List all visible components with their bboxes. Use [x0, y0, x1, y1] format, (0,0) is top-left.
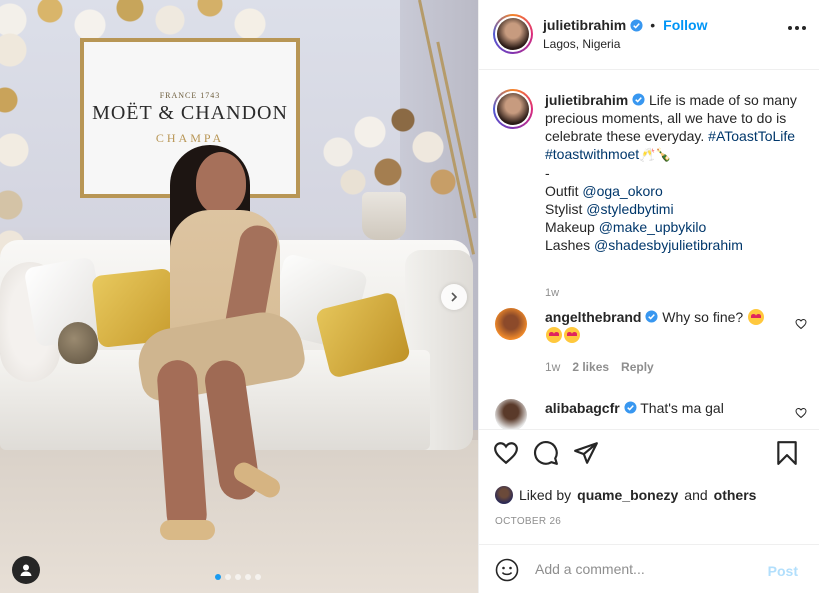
caption-timestamp[interactable]: 1w: [545, 287, 559, 299]
share-paper-plane-icon[interactable]: [573, 440, 599, 466]
sign-origin: FRANCE 1743: [159, 90, 221, 100]
liked-by-summary: Liked by quame_bonezy and others: [495, 486, 756, 504]
flower-garland-left: [0, 30, 40, 260]
avatar[interactable]: [495, 486, 513, 504]
verified-badge-icon: [630, 18, 643, 32]
comment-text: alibabagcfr That's ma gal: [545, 399, 785, 417]
post-button[interactable]: Post: [768, 563, 798, 579]
location-link[interactable]: Lagos, Nigeria: [543, 37, 620, 51]
flower-arrangement: [308, 92, 463, 202]
chevron-right-icon: [451, 292, 458, 302]
comment-input[interactable]: [535, 557, 755, 581]
liked-by-username[interactable]: quame_bonezy: [577, 487, 678, 503]
separator: •: [650, 17, 656, 33]
post-actions: Liked by quame_bonezy and others OCTOBER…: [479, 429, 819, 527]
heart-eyes-emoji-icon: [546, 327, 562, 343]
shoe: [160, 520, 215, 540]
comment-likes[interactable]: 2 likes: [572, 360, 609, 374]
verified-badge-icon: [645, 310, 658, 323]
next-photo-button[interactable]: [441, 284, 467, 310]
comments-section: julietibrahim Life is made of so many pr…: [479, 71, 819, 429]
caption-dash: -: [545, 165, 550, 181]
more-options-icon[interactable]: [788, 26, 806, 30]
like-heart-icon[interactable]: [493, 440, 519, 466]
heart-eyes-emoji-icon: [748, 309, 765, 325]
carousel-dot: [215, 574, 221, 580]
comment-text: angelthebrand Why so fine?: [545, 308, 785, 344]
verified-badge-icon: [632, 93, 645, 106]
post-header: julietibrahim • Follow Lagos, Nigeria: [479, 0, 819, 70]
comment-timestamp[interactable]: 1w: [545, 360, 560, 374]
credit-label: Makeup: [545, 219, 595, 235]
hashtag-link[interactable]: #toastwithmoet: [545, 146, 639, 162]
person-face: [196, 152, 246, 214]
post-photo[interactable]: FRANCE 1743 MOËT & CHANDON CHAMPA: [0, 0, 478, 593]
comment-bubble-icon[interactable]: [533, 440, 559, 466]
follow-button[interactable]: Follow: [663, 17, 707, 33]
comment-username[interactable]: angelthebrand: [545, 309, 641, 325]
liked-and: and: [684, 487, 708, 503]
carousel-dot: [235, 574, 241, 580]
credit-label: Outfit: [545, 183, 579, 199]
mention-link[interactable]: @oga_okoro: [582, 183, 662, 199]
mention-link[interactable]: @shadesbyjulietibrahim: [594, 237, 743, 253]
comment-meta: 1w 2 likes Reply: [545, 360, 654, 374]
heart-icon[interactable]: [795, 407, 807, 419]
avatar[interactable]: [493, 89, 533, 129]
liked-prefix: Liked by: [519, 487, 572, 503]
carousel-dot: [255, 574, 261, 580]
verified-badge-icon: [624, 401, 637, 414]
sign-brand: MOËT & CHANDON: [92, 101, 288, 124]
caption-username[interactable]: julietibrahim: [545, 92, 628, 108]
avatar[interactable]: [493, 14, 533, 54]
heart-icon[interactable]: [795, 318, 807, 330]
reply-button[interactable]: Reply: [621, 360, 654, 374]
user-icon: [20, 564, 32, 576]
heart-eyes-emoji-icon: [564, 327, 580, 343]
sign-subtitle: CHAMPA: [155, 130, 225, 145]
header-username[interactable]: julietibrahim: [543, 17, 626, 33]
liked-others-link[interactable]: others: [714, 487, 757, 503]
mention-link[interactable]: @styledbytimi: [586, 201, 673, 217]
post-date[interactable]: OCTOBER 26: [495, 516, 561, 527]
avatar[interactable]: [495, 399, 527, 429]
comment-username[interactable]: alibabagcfr: [545, 400, 620, 416]
vase: [362, 192, 406, 240]
tagged-users-button[interactable]: [12, 556, 40, 584]
hashtag-link[interactable]: #AToastToLife: [708, 128, 795, 144]
carousel-dot: [225, 574, 231, 580]
add-comment-bar: Post: [479, 544, 819, 593]
champagne-glasses-icon: 🥂🍾: [639, 147, 672, 162]
credit-label: Lashes: [545, 237, 591, 253]
mention-link[interactable]: @make_upbykilo: [599, 219, 707, 235]
emoji-picker-icon[interactable]: [495, 558, 519, 582]
carousel-indicator: [215, 574, 261, 580]
credit-label: Stylist: [545, 201, 583, 217]
clutch-bag: [58, 322, 98, 364]
comment-body: Why so fine?: [662, 309, 744, 325]
post-details-panel: julietibrahim • Follow Lagos, Nigeria ju…: [478, 0, 819, 593]
bookmark-icon[interactable]: [774, 440, 800, 466]
caption-text: julietibrahim Life is made of so many pr…: [545, 91, 813, 254]
comment-body: That's ma gal: [640, 400, 724, 416]
avatar[interactable]: [495, 308, 527, 340]
carousel-dot: [245, 574, 251, 580]
